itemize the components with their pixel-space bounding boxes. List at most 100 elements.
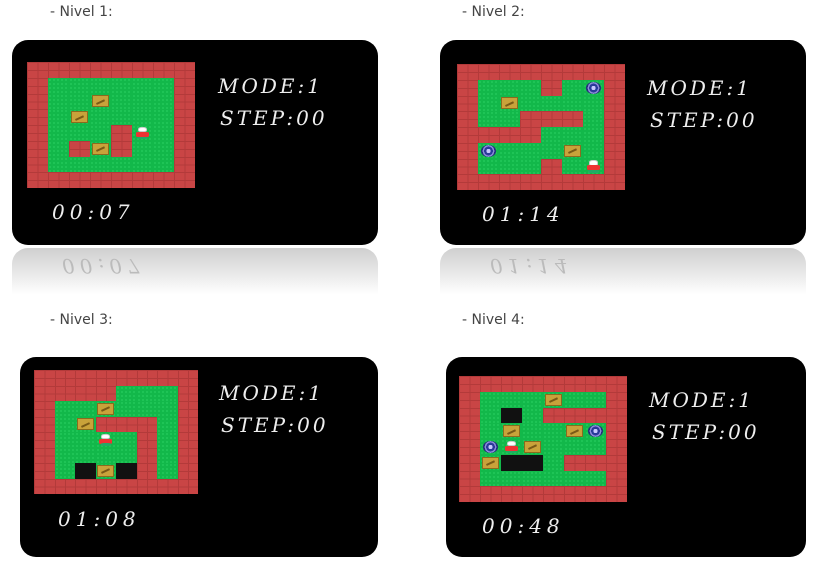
level-4-screen: MODE:1 STEP:00 00:48 <box>446 357 806 557</box>
floor-tile <box>132 77 153 94</box>
wall-tile <box>95 416 116 432</box>
wall-tile <box>459 376 480 392</box>
wall-tile <box>111 62 132 78</box>
wall-tile <box>177 385 198 401</box>
level-4-caption: - Nivel 4: <box>462 312 525 328</box>
floor-tile <box>54 401 75 417</box>
wall-tile <box>95 385 116 401</box>
level-1-reflected-timer: 00:07 <box>62 254 145 278</box>
floor-tile <box>499 111 520 127</box>
floor-tile <box>562 142 583 159</box>
wall-tile <box>54 385 75 401</box>
wall-tile <box>499 174 520 190</box>
wall-tile <box>585 454 606 471</box>
floor-tile <box>69 156 90 173</box>
wall-tile <box>177 401 198 417</box>
floor-tile <box>116 447 137 463</box>
floor-tile <box>132 156 153 173</box>
floor-tile <box>499 95 520 112</box>
level-3-step-label: STEP:00 <box>221 413 329 437</box>
target-icon <box>482 440 499 453</box>
wall-tile <box>177 370 198 386</box>
wall-tile <box>34 432 55 448</box>
floor-tile <box>54 416 75 432</box>
floor-tile <box>543 454 564 471</box>
wall-tile <box>174 62 195 78</box>
wall-tile <box>27 172 48 188</box>
floor-tile <box>48 156 69 173</box>
crate-icon <box>97 464 115 477</box>
wall-tile <box>459 486 480 502</box>
wall-tile <box>153 62 174 78</box>
wall-tile <box>604 142 625 159</box>
level-2-mode-label: MODE:1 <box>647 76 752 100</box>
wall-tile <box>541 174 562 190</box>
wall-tile <box>543 486 564 502</box>
wall-tile <box>174 77 195 94</box>
floor-tile <box>132 140 153 157</box>
floor-tile <box>480 470 501 487</box>
floor-tile <box>153 77 174 94</box>
wall-tile <box>177 432 198 448</box>
level-4-mode-label: MODE:1 <box>649 388 754 412</box>
level-3-timer: 01:08 <box>58 507 141 531</box>
wall-tile <box>583 174 604 190</box>
wall-tile <box>54 478 75 494</box>
floor-tile <box>564 470 585 487</box>
floor-tile <box>564 439 585 455</box>
pit-tile <box>522 454 543 471</box>
wall-tile <box>27 109 48 125</box>
floor-tile <box>48 93 69 110</box>
floor-tile <box>69 77 90 94</box>
level-2-board <box>457 64 625 190</box>
floor-tile <box>480 439 501 455</box>
wall-tile <box>522 376 543 392</box>
crate-icon <box>544 393 563 406</box>
floor-tile <box>75 432 96 448</box>
level-3-caption: - Nivel 3: <box>50 312 113 328</box>
floor-tile <box>153 93 174 110</box>
wall-tile <box>174 172 195 188</box>
floor-tile <box>136 385 157 401</box>
wall-tile <box>34 463 55 479</box>
wall-tile <box>27 77 48 94</box>
floor-tile <box>48 77 69 94</box>
floor-tile <box>480 423 501 439</box>
floor-tile <box>478 79 499 96</box>
crate-icon <box>97 402 115 415</box>
crate-icon <box>500 97 519 110</box>
level-2-step-label: STEP:00 <box>650 108 758 132</box>
wall-tile <box>541 111 562 127</box>
wall-tile <box>157 370 178 386</box>
wall-tile <box>478 64 499 80</box>
wall-tile <box>95 478 116 494</box>
wall-tile <box>501 376 522 392</box>
crate-icon <box>76 418 94 431</box>
wall-tile <box>69 140 90 157</box>
floor-tile <box>48 109 69 125</box>
wall-tile <box>136 432 157 448</box>
level-1-mode-label: MODE:1 <box>218 74 323 98</box>
floor-tile <box>520 79 541 96</box>
floor-tile <box>69 125 90 141</box>
wall-tile <box>564 454 585 471</box>
crate-icon <box>563 144 582 157</box>
floor-tile <box>520 158 541 175</box>
wall-tile <box>34 401 55 417</box>
wall-tile <box>34 370 55 386</box>
level-1-board <box>27 62 195 188</box>
floor-tile <box>583 95 604 112</box>
target-icon <box>587 425 604 438</box>
wall-tile <box>459 470 480 487</box>
floor-tile <box>522 391 543 408</box>
floor-tile <box>585 470 606 487</box>
wall-tile <box>522 486 543 502</box>
wall-tile <box>564 407 585 424</box>
wall-tile <box>136 370 157 386</box>
wall-tile <box>459 391 480 408</box>
wall-tile <box>543 407 564 424</box>
wall-tile <box>116 416 137 432</box>
wall-tile <box>27 62 48 78</box>
floor-tile <box>585 439 606 455</box>
level-1-screen: MODE:1 STEP:00 00:07 <box>12 40 378 245</box>
